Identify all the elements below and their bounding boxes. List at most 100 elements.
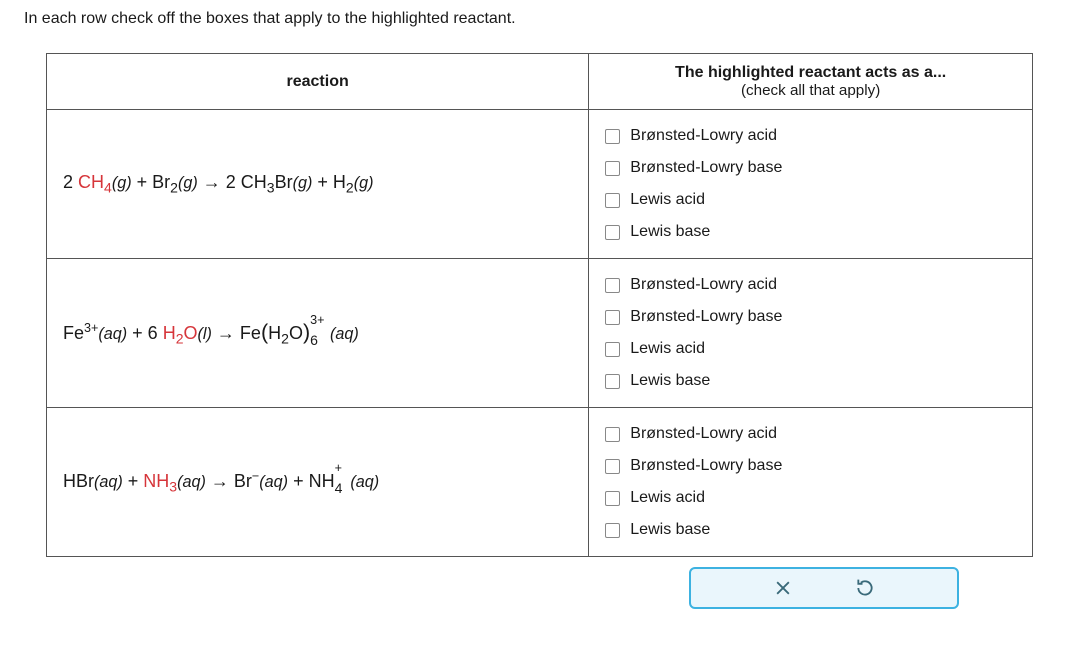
- opt2-l-base[interactable]: Lewis base: [605, 365, 1016, 397]
- opt-label: Lewis acid: [630, 489, 705, 507]
- opt1-bl-base[interactable]: Brønsted-Lowry base: [605, 152, 1016, 184]
- checkbox-icon[interactable]: [605, 129, 620, 144]
- r3-arrow: →: [206, 471, 234, 491]
- header-acts-as-title: The highlighted reactant acts as a...: [675, 64, 946, 81]
- r3-br: Br: [234, 471, 252, 491]
- options-2: Brønsted-Lowry acid Brønsted-Lowry base …: [589, 259, 1033, 408]
- opt-label: Lewis base: [630, 521, 710, 539]
- checkbox-icon[interactable]: [605, 491, 620, 506]
- r3-highlighted: NH3: [143, 471, 177, 491]
- r2-plus1: + 6: [127, 323, 158, 343]
- r1-b: 2 CH: [226, 172, 267, 192]
- r3-hbr: HBr: [63, 471, 94, 491]
- opt3-l-base[interactable]: Lewis base: [605, 514, 1016, 546]
- r1-arrow: →: [198, 172, 226, 192]
- opt-label: Brønsted-Lowry base: [630, 308, 782, 326]
- r1-plus1: + Br: [132, 172, 171, 192]
- checkbox-icon[interactable]: [605, 225, 620, 240]
- checkbox-icon[interactable]: [605, 310, 620, 325]
- opt-label: Lewis base: [630, 223, 710, 241]
- r1-s4: (g): [354, 174, 374, 192]
- checkbox-icon[interactable]: [605, 374, 620, 389]
- r1-s1: (g): [112, 174, 132, 192]
- r2-stack: 3+6: [310, 323, 318, 344]
- reactions-table: reaction The highlighted reactant acts a…: [46, 53, 1033, 557]
- header-acts-as: The highlighted reactant acts as a... (c…: [589, 54, 1033, 110]
- options-3: Brønsted-Lowry acid Brønsted-Lowry base …: [589, 408, 1033, 557]
- r2-fesup: 3+: [84, 321, 98, 335]
- opt-label: Brønsted-Lowry base: [630, 159, 782, 177]
- r2-fe: Fe: [63, 323, 84, 343]
- header-reaction: reaction: [46, 54, 588, 110]
- r1-bsub: 3: [267, 180, 275, 196]
- r3-stack: +4: [335, 471, 343, 492]
- opt1-l-acid[interactable]: Lewis acid: [605, 184, 1016, 216]
- r3-s1: (aq): [94, 473, 123, 491]
- checkbox-icon[interactable]: [605, 427, 620, 442]
- checkbox-icon[interactable]: [605, 193, 620, 208]
- header-acts-as-sub: (check all that apply): [605, 82, 1016, 99]
- checkbox-icon[interactable]: [605, 161, 620, 176]
- r2-s1: (aq): [98, 325, 127, 343]
- checkbox-icon[interactable]: [605, 523, 620, 538]
- close-icon[interactable]: [772, 577, 794, 599]
- r3-s4: (aq): [342, 473, 379, 491]
- opt2-l-acid[interactable]: Lewis acid: [605, 333, 1016, 365]
- opt-label: Brønsted-Lowry acid: [630, 127, 777, 145]
- opt-label: Brønsted-Lowry base: [630, 457, 782, 475]
- r1-brsub: 2: [170, 180, 178, 196]
- reaction-2: Fe3+(aq) + 6 H2O(l) → Fe(H2O)3+6(aq): [46, 259, 588, 408]
- opt2-bl-base[interactable]: Brønsted-Lowry base: [605, 301, 1016, 333]
- r3-stacksup: +: [335, 461, 342, 475]
- opt3-l-acid[interactable]: Lewis acid: [605, 482, 1016, 514]
- r1-s3: (g): [293, 174, 313, 192]
- opt3-bl-acid[interactable]: Brønsted-Lowry acid: [605, 418, 1016, 450]
- r2-psub: 2: [281, 331, 289, 347]
- r2-prod: Fe: [240, 323, 261, 343]
- r1-plus2: + H: [312, 172, 346, 192]
- opt1-l-base[interactable]: Lewis base: [605, 216, 1016, 248]
- r3-plus2: + NH: [288, 471, 335, 491]
- r2-h: H: [163, 323, 176, 343]
- instruction-text: In each row check off the boxes that app…: [24, 10, 1059, 28]
- r2-stacksup: 3+: [310, 313, 324, 327]
- r2-hsub: 2: [176, 331, 184, 347]
- r2-o: O: [184, 323, 198, 343]
- r2-ph: H: [268, 323, 281, 343]
- options-1: Brønsted-Lowry acid Brønsted-Lowry base …: [589, 110, 1033, 259]
- reaction-1: 2 CH4(g) + Br2(g) → 2 CH3Br(g) + H2(g): [46, 110, 588, 259]
- r1-ch: CH: [78, 172, 104, 192]
- reaction-3: HBr(aq) + NH3(aq) → Br−(aq) + NH+4(aq): [46, 408, 588, 557]
- opt1-bl-acid[interactable]: Brønsted-Lowry acid: [605, 120, 1016, 152]
- opt-label: Lewis acid: [630, 340, 705, 358]
- opt2-bl-acid[interactable]: Brønsted-Lowry acid: [605, 269, 1016, 301]
- r2-highlighted: H2O: [163, 323, 198, 343]
- r1-chsub: 4: [104, 180, 112, 196]
- r2-arrow: →: [212, 323, 240, 343]
- opt-label: Brønsted-Lowry acid: [630, 425, 777, 443]
- r1-highlighted: CH4: [78, 172, 112, 192]
- r1-s2: (g): [178, 174, 198, 192]
- r3-nhsub: 3: [169, 479, 177, 495]
- r2-s3: (aq): [318, 325, 359, 343]
- opt-label: Lewis acid: [630, 191, 705, 209]
- opt-label: Brønsted-Lowry acid: [630, 276, 777, 294]
- opt3-bl-base[interactable]: Brønsted-Lowry base: [605, 450, 1016, 482]
- r3-s3: (aq): [259, 473, 288, 491]
- r2-po2: O: [289, 323, 303, 343]
- checkbox-icon[interactable]: [605, 278, 620, 293]
- r1-hsub: 2: [346, 180, 354, 196]
- r3-stacksub: 4: [335, 480, 343, 496]
- r1-b2: Br: [275, 172, 293, 192]
- r2-stacksub: 6: [310, 332, 318, 348]
- reset-icon[interactable]: [854, 577, 876, 599]
- r2-s2: (l): [198, 325, 212, 343]
- r1-coef: 2: [63, 172, 73, 192]
- checkbox-icon[interactable]: [605, 342, 620, 357]
- r3-nh: NH: [143, 471, 169, 491]
- footer-toolbar: [689, 567, 959, 609]
- r3-s2: (aq): [177, 473, 206, 491]
- r3-plus1: +: [123, 471, 144, 491]
- checkbox-icon[interactable]: [605, 459, 620, 474]
- opt-label: Lewis base: [630, 372, 710, 390]
